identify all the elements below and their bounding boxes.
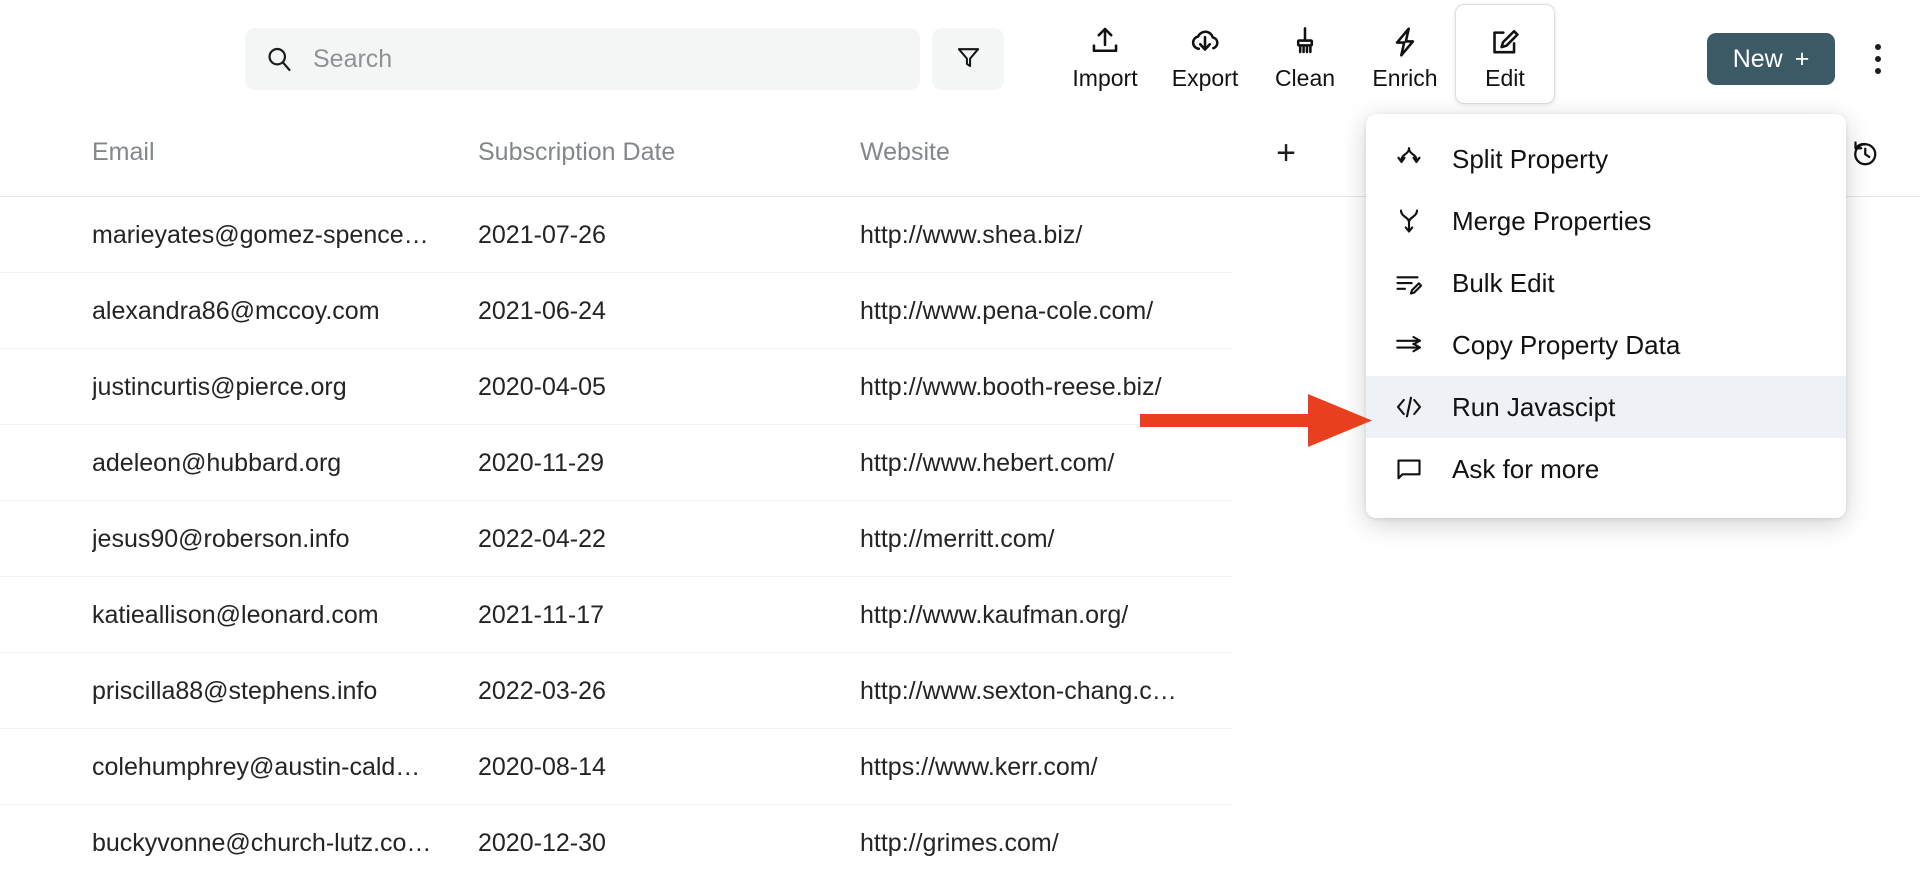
menu-item-label: Split Property xyxy=(1452,144,1608,175)
cell-website[interactable]: http://www.sexton-chang.c… xyxy=(860,653,1220,729)
menu-item-bulk-edit[interactable]: Bulk Edit xyxy=(1366,252,1846,314)
cell-subscription-date[interactable]: 2021-07-26 xyxy=(478,197,838,273)
table-row[interactable]: alexandra86@mccoy.com 2021-06-24 http://… xyxy=(0,273,1233,349)
edit-label: Edit xyxy=(1485,67,1525,90)
enrich-button[interactable]: Enrich xyxy=(1355,4,1455,104)
cell-email[interactable]: priscilla88@stephens.info xyxy=(92,653,464,729)
new-button-label: New xyxy=(1733,45,1783,74)
search-input[interactable] xyxy=(313,45,900,74)
new-button[interactable]: New + xyxy=(1707,33,1835,85)
menu-item-merge-properties[interactable]: Merge Properties xyxy=(1366,190,1846,252)
cell-email[interactable]: justincurtis@pierce.org xyxy=(92,349,464,425)
table-row[interactable]: katieallison@leonard.com 2021-11-17 http… xyxy=(0,577,1233,653)
cell-website[interactable]: https://www.kerr.com/ xyxy=(860,729,1220,805)
lines-pencil-icon xyxy=(1394,268,1424,298)
cell-website[interactable]: http://www.hebert.com/ xyxy=(860,425,1220,501)
cell-website[interactable]: http://www.kaufman.org/ xyxy=(860,577,1220,653)
cell-subscription-date[interactable]: 2020-04-05 xyxy=(478,349,838,425)
cell-website[interactable]: http://www.pena-cole.com/ xyxy=(860,273,1220,349)
cell-subscription-date[interactable]: 2022-03-26 xyxy=(478,653,838,729)
column-header-website[interactable]: Website xyxy=(860,108,950,197)
cloud-download-icon xyxy=(1188,25,1222,59)
app-root: Import Export xyxy=(0,0,1920,869)
cell-subscription-date[interactable]: 2021-06-24 xyxy=(478,273,838,349)
table-row[interactable]: jesus90@roberson.info 2022-04-22 http://… xyxy=(0,501,1233,577)
lines-arrow-right-icon xyxy=(1394,330,1424,360)
table-row[interactable]: justincurtis@pierce.org 2020-04-05 http:… xyxy=(0,349,1233,425)
add-column-button[interactable]: + xyxy=(1264,108,1308,197)
clean-label: Clean xyxy=(1275,67,1335,90)
menu-item-label: Bulk Edit xyxy=(1452,268,1555,299)
enrich-label: Enrich xyxy=(1372,67,1437,90)
clean-button[interactable]: Clean xyxy=(1255,4,1355,104)
import-button[interactable]: Import xyxy=(1055,4,1155,104)
export-label: Export xyxy=(1172,67,1238,90)
search-icon xyxy=(265,45,293,73)
chat-bubble-icon xyxy=(1394,454,1424,484)
more-vertical-icon[interactable] xyxy=(1862,36,1894,82)
merge-arrows-icon xyxy=(1394,206,1424,236)
table-row[interactable]: colehumphrey@austin-cald… 2020-08-14 htt… xyxy=(0,729,1233,805)
table-row[interactable]: buckyvonne@church-lutz.co… 2020-12-30 ht… xyxy=(0,805,1233,869)
menu-item-label: Run Javascipt xyxy=(1452,392,1615,423)
square-pencil-icon xyxy=(1488,25,1522,59)
cell-subscription-date[interactable]: 2020-08-14 xyxy=(478,729,838,805)
cell-email[interactable]: adeleon@hubbard.org xyxy=(92,425,464,501)
cell-subscription-date[interactable]: 2020-11-29 xyxy=(478,425,838,501)
cell-email[interactable]: jesus90@roberson.info xyxy=(92,501,464,577)
menu-item-label: Ask for more xyxy=(1452,454,1599,485)
menu-item-copy-property-data[interactable]: Copy Property Data xyxy=(1366,314,1846,376)
menu-item-run-javascript[interactable]: Run Javascipt xyxy=(1366,376,1846,438)
top-toolbar: Import Export xyxy=(0,0,1920,108)
column-header-subscription-date[interactable]: Subscription Date xyxy=(478,108,675,197)
column-header-email[interactable]: Email xyxy=(92,108,155,197)
cell-email[interactable]: buckyvonne@church-lutz.co… xyxy=(92,805,464,869)
cell-website[interactable]: http://www.booth-reese.biz/ xyxy=(860,349,1220,425)
menu-item-label: Merge Properties xyxy=(1452,206,1651,237)
broom-icon xyxy=(1288,25,1322,59)
edit-dropdown-menu: Split Property Merge Properties Bulk Edi… xyxy=(1366,114,1846,518)
cell-email[interactable]: alexandra86@mccoy.com xyxy=(92,273,464,349)
cell-subscription-date[interactable]: 2021-11-17 xyxy=(478,577,838,653)
search-field-wrapper[interactable] xyxy=(245,28,920,90)
dot xyxy=(1875,44,1881,50)
table-row[interactable]: marieyates@gomez-spence… 2021-07-26 http… xyxy=(0,197,1233,273)
filter-button[interactable] xyxy=(932,28,1004,90)
split-arrows-icon xyxy=(1394,144,1424,174)
cell-website[interactable]: http://grimes.com/ xyxy=(860,805,1220,869)
cell-email[interactable]: marieyates@gomez-spence… xyxy=(92,197,464,273)
cell-email[interactable]: colehumphrey@austin-cald… xyxy=(92,729,464,805)
menu-item-label: Copy Property Data xyxy=(1452,330,1680,361)
export-button[interactable]: Export xyxy=(1155,4,1255,104)
plus-icon: + xyxy=(1795,45,1810,74)
edit-button[interactable]: Edit xyxy=(1455,4,1555,104)
dot xyxy=(1875,68,1881,74)
cell-subscription-date[interactable]: 2022-04-22 xyxy=(478,501,838,577)
cell-website[interactable]: http://merritt.com/ xyxy=(860,501,1220,577)
table-row[interactable]: adeleon@hubbard.org 2020-11-29 http://ww… xyxy=(0,425,1233,501)
menu-item-split-property[interactable]: Split Property xyxy=(1366,128,1846,190)
table-row[interactable]: priscilla88@stephens.info 2022-03-26 htt… xyxy=(0,653,1233,729)
dot xyxy=(1875,56,1881,62)
menu-item-ask-for-more[interactable]: Ask for more xyxy=(1366,438,1846,500)
cell-subscription-date[interactable]: 2020-12-30 xyxy=(478,805,838,869)
code-brackets-icon xyxy=(1394,392,1424,422)
cell-website[interactable]: http://www.shea.biz/ xyxy=(860,197,1220,273)
import-label: Import xyxy=(1072,67,1137,90)
upload-tray-icon xyxy=(1088,25,1122,59)
lightning-bolt-icon xyxy=(1388,25,1422,59)
filter-funnel-icon xyxy=(955,44,982,74)
cell-email[interactable]: katieallison@leonard.com xyxy=(92,577,464,653)
toolbar-actions: Import Export xyxy=(1055,4,1555,104)
